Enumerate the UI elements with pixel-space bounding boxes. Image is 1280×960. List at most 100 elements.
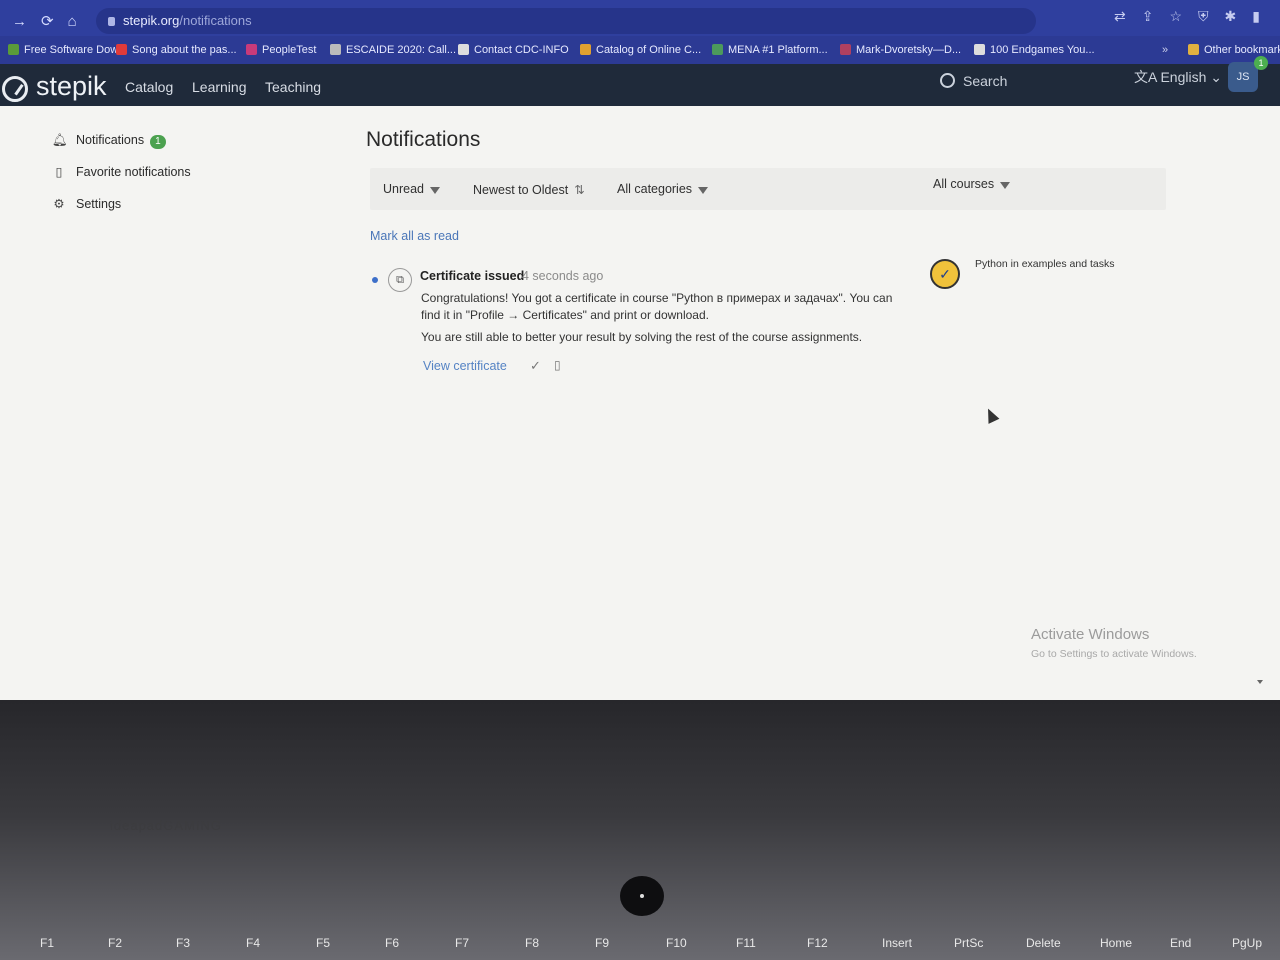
bookmark-icon xyxy=(330,44,341,55)
key[interactable]: Delete xyxy=(1026,936,1061,950)
avatar[interactable]: JS xyxy=(1228,62,1258,92)
other-bookmarks[interactable]: Other bookmarks xyxy=(1188,44,1280,56)
certificate-icon: ⧉ xyxy=(388,268,412,292)
shield-icon[interactable]: ⛨ xyxy=(1198,8,1209,24)
key[interactable]: PgUp xyxy=(1232,936,1262,950)
sort-order[interactable]: Newest to Oldest ⇅ xyxy=(473,182,585,197)
avatar-badge: 1 xyxy=(1254,56,1268,70)
page-title: Notifications xyxy=(366,128,481,151)
sidebar-icon[interactable]: ▮ xyxy=(1252,8,1260,24)
filter-category-label: All categories xyxy=(617,182,693,196)
key[interactable]: Insert xyxy=(882,936,912,950)
bookmark[interactable]: MENA #1 Platform... xyxy=(712,44,828,56)
search-input[interactable]: Search xyxy=(940,68,1110,94)
filter-status[interactable]: Unread xyxy=(383,182,440,196)
notification-title: Certificate issued xyxy=(420,269,525,283)
key[interactable]: PrtSc xyxy=(954,936,983,950)
activate-windows-subtitle: Go to Settings to activate Windows. xyxy=(1031,648,1197,660)
view-certificate-link[interactable]: View certificate xyxy=(423,359,507,373)
key[interactable]: F8 xyxy=(525,936,539,950)
stepik-logo[interactable]: stepik xyxy=(36,71,107,102)
filter-course-label: All courses xyxy=(933,177,995,191)
key[interactable]: F5 xyxy=(316,936,330,950)
key[interactable]: F4 xyxy=(246,936,260,950)
sidebar-item-favorites[interactable]: ▯ Favorite notifications xyxy=(52,162,191,194)
bookmark-label: 100 Endgames You... xyxy=(990,44,1095,56)
laptop-brand: ideapad xyxy=(110,818,164,833)
star-icon[interactable]: ☆ xyxy=(1169,8,1182,24)
bookmark-label: Contact CDC-INFO xyxy=(474,44,569,56)
puzzle-icon[interactable]: ✱ xyxy=(1225,8,1237,24)
bookmark[interactable]: Song about the pas... xyxy=(116,44,237,56)
bookmark-label: ESCAIDE 2020: Call... xyxy=(346,44,457,56)
bookmark-icon xyxy=(840,44,851,55)
filter-course[interactable]: All courses xyxy=(933,177,1011,191)
translate-icon[interactable]: ⇄ xyxy=(1114,8,1126,24)
sort-order-label: Newest to Oldest xyxy=(473,183,569,197)
sidebar-item-notifications[interactable]: 🔔︎ Notifications 1 xyxy=(52,130,191,162)
activate-windows-title: Activate Windows xyxy=(1031,626,1150,643)
key[interactable]: F11 xyxy=(736,936,756,950)
mark-read-check-icon[interactable]: ✓ xyxy=(530,358,541,374)
bookmark-icon xyxy=(580,44,591,55)
bookmark-label: Song about the pas... xyxy=(132,44,237,56)
notification-time: 4 seconds ago xyxy=(522,269,604,283)
laptop-brand-suffix: GAMING xyxy=(163,818,223,833)
nav-learning[interactable]: Learning xyxy=(192,79,247,95)
search-placeholder: Search xyxy=(963,73,1008,89)
filter-bar: Unread Newest to Oldest ⇅ All categories … xyxy=(370,168,1166,210)
key[interactable]: F6 xyxy=(385,936,399,950)
filter-category[interactable]: All categories xyxy=(617,182,709,196)
bookmark-icon xyxy=(246,44,257,55)
course-name[interactable]: Python in examples and tasks xyxy=(975,258,1115,270)
sidebar-item-settings[interactable]: ⚙ Settings xyxy=(52,194,191,226)
power-button[interactable] xyxy=(620,876,664,916)
mouse-cursor-icon xyxy=(982,406,1000,424)
key[interactable]: F2 xyxy=(108,936,122,950)
notification-count-badge: 1 xyxy=(150,135,166,149)
notification-text-line1: Congratulations! You got a certificate i… xyxy=(421,291,893,305)
bookmark[interactable]: Mark-Dvoretsky—D... xyxy=(840,44,961,56)
address-bar[interactable]: stepik.org/notifications xyxy=(96,8,1036,34)
mark-all-read-link[interactable]: Mark all as read xyxy=(370,229,459,243)
key[interactable]: F10 xyxy=(666,936,687,950)
key[interactable]: F12 xyxy=(807,936,828,950)
key[interactable]: F1 xyxy=(40,936,54,950)
bookmark[interactable]: Catalog of Online C... xyxy=(580,44,701,56)
bookmark-label: Catalog of Online C... xyxy=(596,44,702,56)
bookmark-label: Free Software Dow... xyxy=(24,44,127,56)
bookmark[interactable]: Contact CDC-INFO xyxy=(458,44,569,56)
bookmarks-bar: Free Software Dow... Song about the pas.… xyxy=(0,36,1280,64)
bookmark[interactable]: 100 Endgames You... xyxy=(974,44,1095,56)
stepik-logo-icon[interactable] xyxy=(2,76,28,102)
notification-item: ⧉ Certificate issued 4 seconds ago Congr… xyxy=(370,262,1170,392)
bookmark-icon xyxy=(116,44,127,55)
filter-icon xyxy=(698,187,709,194)
bookmark-icon xyxy=(974,44,985,55)
bookmark[interactable]: PeopleTest xyxy=(246,44,316,56)
notification-text-line2: find it in "Profile → Certificates" and … xyxy=(421,308,709,322)
search-icon xyxy=(940,73,955,88)
key[interactable]: End xyxy=(1170,936,1191,950)
key[interactable]: F3 xyxy=(176,936,190,950)
key[interactable]: F9 xyxy=(595,936,609,950)
browser-extension-icons[interactable]: ⇄ ⇪ ☆ ⛨ ✱ ▮ xyxy=(1098,8,1260,25)
nav-teaching[interactable]: Teaching xyxy=(265,79,321,95)
bookmark-label: PeopleTest xyxy=(262,44,317,56)
nav-catalog[interactable]: Catalog xyxy=(125,79,173,95)
unread-dot xyxy=(372,277,378,283)
share-icon[interactable]: ⇪ xyxy=(1142,8,1154,24)
scroll-down-arrow-icon[interactable] xyxy=(1257,680,1263,684)
bookmark-icon[interactable]: ▯ xyxy=(554,358,561,372)
bookmark[interactable]: Free Software Dow... xyxy=(8,44,127,56)
key[interactable]: Home xyxy=(1100,936,1132,950)
bookmark[interactable]: ESCAIDE 2020: Call... xyxy=(330,44,456,56)
more-bookmarks-chevron[interactable]: » xyxy=(1162,44,1168,56)
site-header: stepik Catalog Learning Teaching Search … xyxy=(0,56,1280,106)
lock-icon xyxy=(108,17,115,27)
key[interactable]: F7 xyxy=(455,936,469,950)
language-selector[interactable]: 文A English ⌄ xyxy=(1134,66,1222,88)
browser-nav-buttons[interactable]: →⟳⌂ xyxy=(12,12,91,30)
bookmark-icon xyxy=(458,44,469,55)
course-logo-icon[interactable]: ✓ xyxy=(930,259,960,289)
